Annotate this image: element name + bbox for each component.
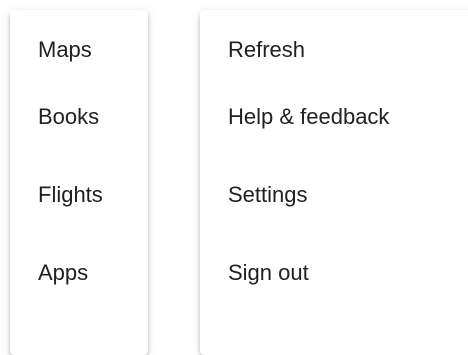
menu-item-label: Sign out [228,260,309,285]
menu-item-maps[interactable]: Maps [10,22,148,78]
menu-item-label: Flights [38,182,103,207]
menu-item-label: Apps [38,260,89,285]
menu-item-settings[interactable]: Settings [200,156,468,234]
menu-item-help-feedback[interactable]: Help & feedback [200,78,468,156]
apps-menu: Maps Books Flights Apps [10,10,148,355]
menu-item-label: Help & feedback [228,104,390,129]
menu-item-flights[interactable]: Flights [10,156,148,234]
menu-item-apps[interactable]: Apps [10,234,148,312]
menu-item-books[interactable]: Books [10,78,148,156]
menu-item-label: Refresh [228,37,306,62]
menu-item-label: Books [38,104,100,129]
menu-item-label: Maps [38,37,92,62]
menu-item-refresh[interactable]: Refresh [200,22,468,78]
menu-item-sign-out[interactable]: Sign out [200,234,468,312]
options-menu: Refresh Help & feedback Settings Sign ou… [200,10,468,355]
menu-item-label: Settings [228,182,308,207]
